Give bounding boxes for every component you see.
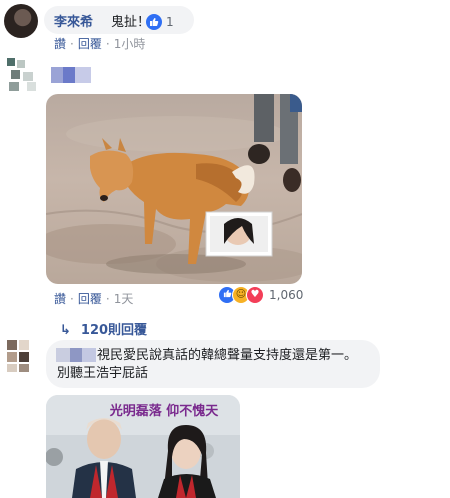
comment-author-censored[interactable] bbox=[51, 67, 91, 83]
commenter-avatar[interactable] bbox=[4, 4, 38, 38]
like-link[interactable]: 讚 bbox=[54, 37, 66, 51]
reply-link[interactable]: 回覆 bbox=[78, 37, 102, 51]
like-link[interactable]: 讚 bbox=[54, 292, 66, 306]
comment-photo[interactable] bbox=[46, 94, 302, 284]
comment-actions: 讚 · 回覆 · 1天 bbox=[54, 292, 134, 306]
like-icon bbox=[146, 13, 162, 30]
timestamp[interactable]: 1小時 bbox=[114, 37, 146, 51]
timestamp[interactable]: 1天 bbox=[114, 292, 134, 306]
reaction-summary[interactable]: ☺ ♥ 1,060 bbox=[218, 284, 303, 304]
commenter-avatar-pixelated[interactable] bbox=[7, 58, 41, 92]
comment-text: 視民愛民說真話的韓總聲量支持度還是第一。別聽王浩宇屁話 bbox=[57, 348, 358, 381]
comment-text: 鬼扯！ bbox=[111, 15, 151, 30]
commenter-avatar-pixelated[interactable] bbox=[7, 340, 39, 372]
poster-caption: 光明磊落 仰不愧天 bbox=[109, 403, 220, 419]
reply-arrow-icon: ↳ bbox=[60, 323, 71, 338]
reaction-count: 1 bbox=[166, 14, 174, 29]
dog-photo-illustration bbox=[46, 94, 302, 282]
reaction-count: 1,060 bbox=[269, 287, 304, 302]
replies-count[interactable]: 120則回覆 bbox=[81, 323, 147, 338]
reply-link[interactable]: 回覆 bbox=[78, 292, 102, 306]
comment-actions: 讚 · 回覆 · 1小時 bbox=[54, 37, 146, 51]
campaign-poster-illustration: 光明磊落 仰不愧天 bbox=[46, 395, 240, 498]
view-replies-link[interactable]: ↳ 120則回覆 bbox=[60, 319, 147, 338]
comment-photo[interactable]: 光明磊落 仰不愧天 bbox=[46, 395, 240, 498]
reaction-summary[interactable]: 1 bbox=[146, 11, 174, 30]
comment-author[interactable]: 李來希 bbox=[54, 11, 93, 30]
love-icon: ♥ bbox=[246, 285, 264, 304]
